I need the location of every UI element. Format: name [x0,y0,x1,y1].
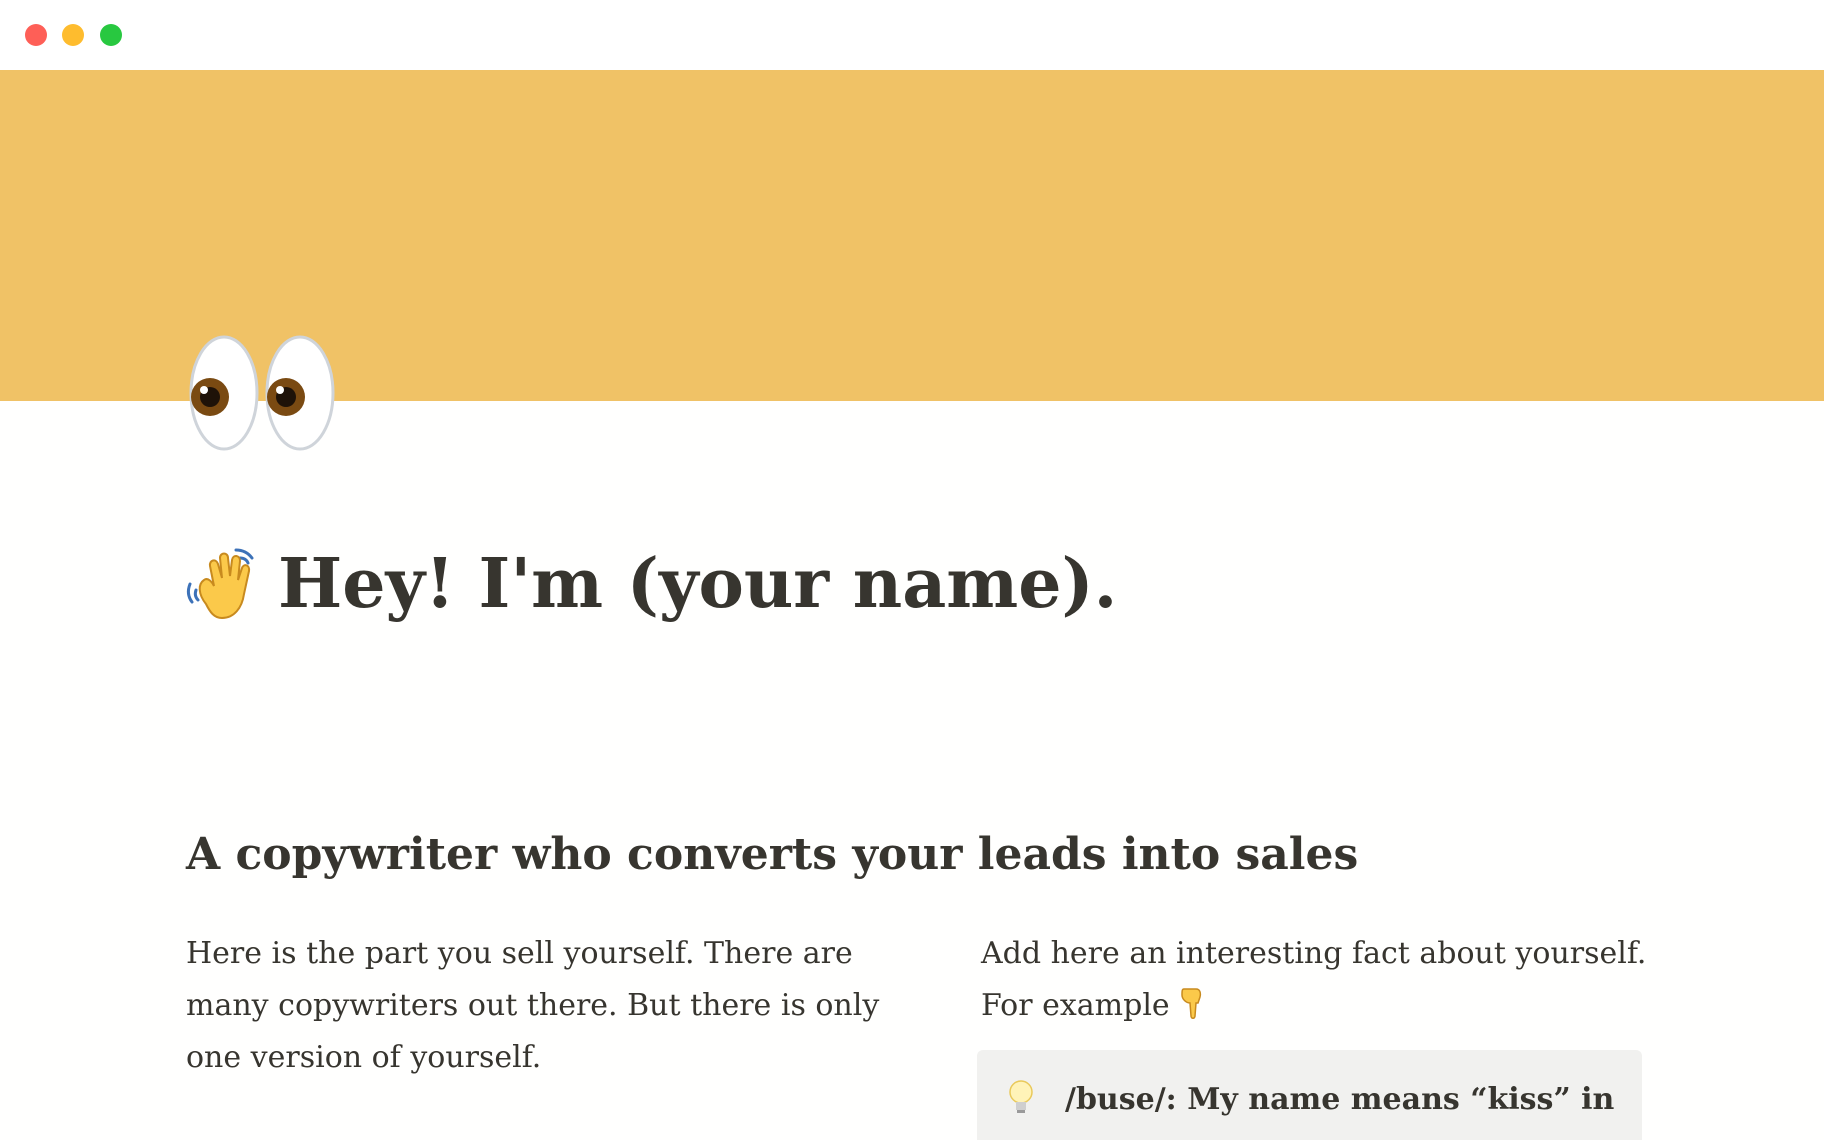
close-window-button[interactable] [25,24,47,46]
app-window: Hey! I'm (your name). A copywriter who c… [0,0,1824,1140]
minimize-window-button[interactable] [62,24,84,46]
title-bar [0,0,1824,70]
section-heading[interactable]: A copywriter who converts your leads int… [186,822,1358,888]
fact-paragraph[interactable]: Add here an interesting fact about yours… [981,928,1671,1032]
callout-block[interactable]: /buse/: My name means “kiss” in [977,1050,1642,1140]
eyes-icon[interactable] [188,335,338,453]
maximize-window-button[interactable] [100,24,122,46]
intro-paragraph[interactable]: Here is the part you sell yourself. Ther… [186,928,886,1084]
callout-text: /buse/: My name means “kiss” in [1065,1082,1615,1117]
page-title[interactable]: Hey! I'm (your name). [184,540,1117,628]
page-title-text: Hey! I'm (your name). [278,544,1118,624]
pointing-down-icon [1180,988,1201,1019]
light-bulb-icon [1009,1080,1033,1113]
fact-paragraph-text: Add here an interesting fact about yours… [981,936,1647,1023]
waving-hand-icon [186,548,254,620]
